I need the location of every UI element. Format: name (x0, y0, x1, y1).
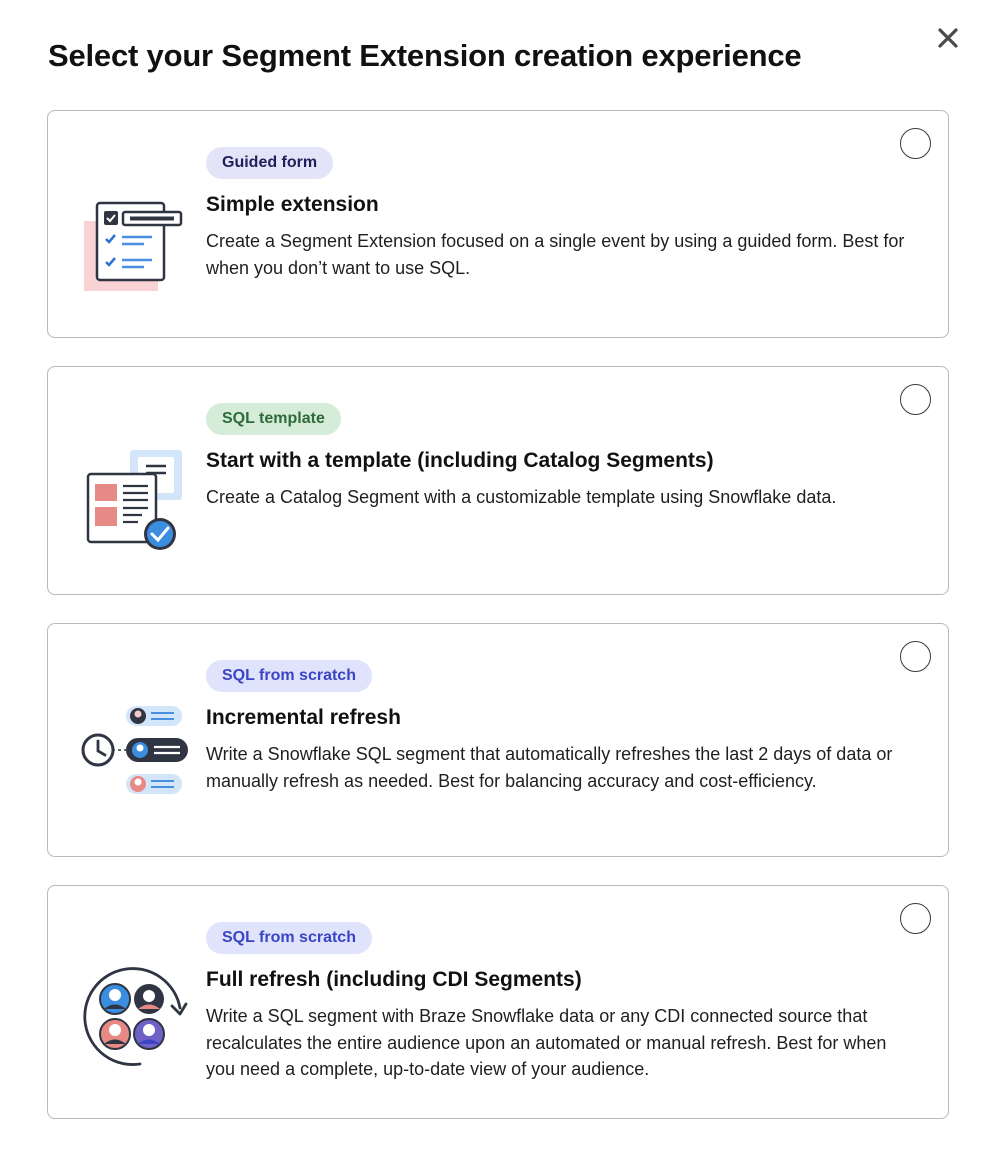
option-title: Incremental refresh (206, 706, 401, 729)
option-card-incremental-refresh[interactable]: SQL from scratch Incremental refresh Wri… (47, 623, 949, 857)
badge-guided-form: Guided form (206, 147, 334, 179)
option-card-full-refresh[interactable]: SQL from scratch Full refresh (including… (47, 885, 949, 1119)
option-title: Full refresh (including CDI Segments) (206, 968, 582, 991)
option-title: Start with a template (including Catalog… (206, 449, 714, 472)
incremental-refresh-icon (81, 706, 188, 794)
close-icon (938, 28, 958, 48)
checklist-form-icon (84, 201, 183, 291)
option-description: Create a Segment Extension focused on a … (206, 231, 905, 278)
option-card-template[interactable]: SQL template Start with a template (incl… (47, 366, 949, 595)
badge-sql-from-scratch: SQL from scratch (206, 922, 372, 954)
option-title: Simple extension (206, 193, 379, 216)
option-description: Create a Catalog Segment with a customiz… (206, 487, 837, 507)
close-button[interactable] (934, 24, 962, 52)
option-description: Write a Snowflake SQL segment that autom… (206, 744, 893, 791)
modal-title: Select your Segment Extension creation e… (48, 38, 802, 73)
badge-sql-template: SQL template (206, 403, 341, 435)
option-description: Write a SQL segment with Braze Snowflake… (206, 1006, 887, 1079)
full-refresh-audience-icon (83, 967, 188, 1066)
badge-sql-from-scratch: SQL from scratch (206, 660, 372, 692)
option-card-simple-extension[interactable]: Guided form Simple extension Create a Se… (47, 110, 949, 338)
template-document-icon (86, 450, 182, 550)
